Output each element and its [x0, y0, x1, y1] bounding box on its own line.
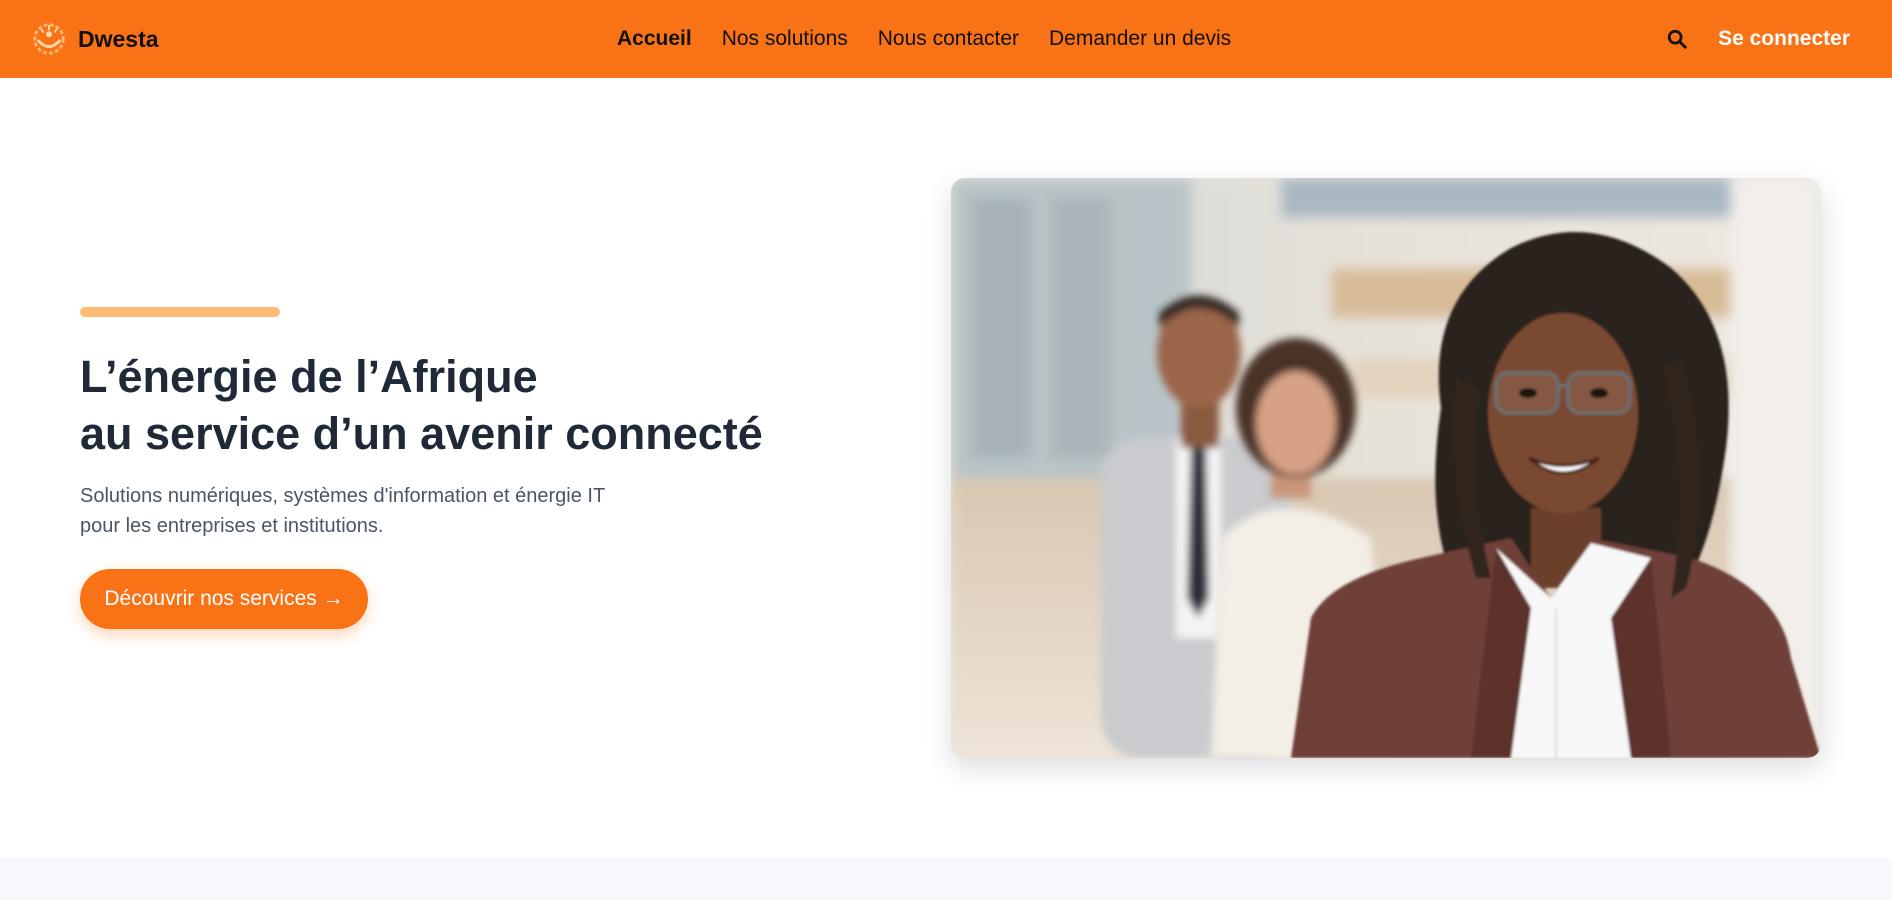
brand-home-link[interactable]: Dwesta	[30, 19, 159, 59]
search-button[interactable]	[1662, 24, 1692, 54]
hero-subtitle: Solutions numériques, systèmes d'informa…	[80, 481, 700, 541]
next-section	[0, 858, 1892, 900]
brand-name: Dwesta	[78, 25, 159, 52]
nav-item-accueil[interactable]: Accueil	[617, 27, 692, 51]
team-photo	[951, 178, 1821, 758]
nav-item-nous-contacter[interactable]: Nous contacter	[878, 27, 1019, 51]
hero-accent-bar	[80, 307, 280, 317]
hero-title-line-1: L’énergie de l’Afrique	[80, 351, 538, 402]
search-icon	[1667, 29, 1687, 49]
hero-subtitle-line-2: pour les entreprises et institutions.	[80, 515, 384, 537]
nav-item-demander-un-devis[interactable]: Demander un devis	[1049, 27, 1231, 51]
hero-title: L’énergie de l’Afrique au service d’un a…	[80, 348, 840, 462]
discover-services-button[interactable]: Découvrir nos services →	[80, 569, 368, 629]
main-nav: Accueil Nos solutions Nous contacter Dem…	[617, 0, 1231, 78]
login-button[interactable]: Se connecter	[1718, 0, 1850, 78]
hero-subtitle-line-1: Solutions numériques, systèmes d'informa…	[80, 485, 606, 507]
nav-item-nos-solutions[interactable]: Nos solutions	[722, 27, 848, 51]
hero-title-line-2: au service d’un avenir connecté	[80, 408, 763, 459]
site-header: Dwesta Accueil Nos solutions Nous contac…	[0, 0, 1892, 78]
sun-emblem-icon	[33, 23, 65, 55]
